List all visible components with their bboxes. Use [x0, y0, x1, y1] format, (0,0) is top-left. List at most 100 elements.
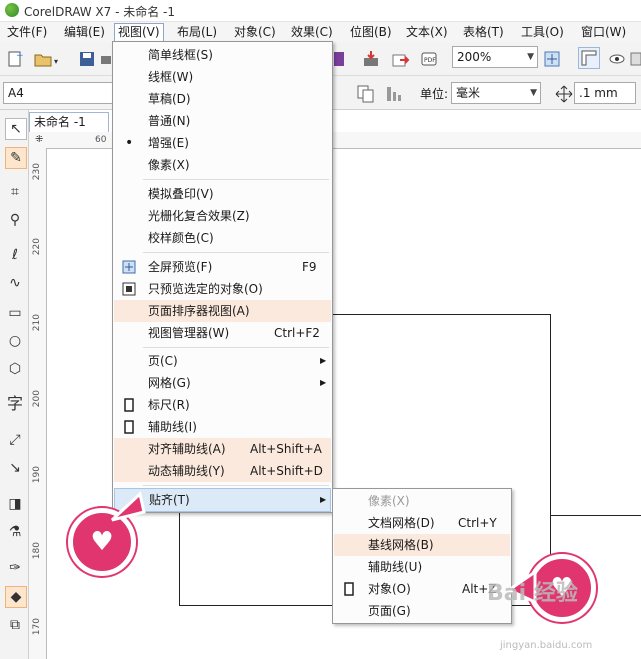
submenu-item-objects[interactable]: 对象(O) Alt+Z [334, 578, 510, 600]
menu-separator [143, 485, 329, 486]
ruler-tick-label: 60 [95, 135, 107, 145]
full-screen-preview-icon[interactable] [541, 48, 563, 70]
publish-pdf-icon[interactable]: PDF [418, 48, 440, 70]
document-tab[interactable]: 未命名 -1 [29, 112, 109, 132]
shape-tool-icon[interactable]: ✎ [5, 147, 27, 169]
menu-edit[interactable]: 编辑(E) [61, 24, 108, 40]
import-icon[interactable] [360, 48, 382, 70]
menu-item-page-sorter-view[interactable]: 页面排序器视图(A) [114, 300, 331, 322]
menu-separator [143, 252, 329, 253]
drop-shadow-icon[interactable]: ◨ [5, 494, 25, 514]
menu-item-enhanced[interactable]: • 增强(E) [114, 132, 331, 154]
dimension-tool-icon[interactable]: ⤢ [5, 430, 25, 450]
menu-item-draft[interactable]: 草稿(D) [114, 88, 331, 110]
menu-object[interactable]: 对象(C) [231, 24, 279, 40]
chevron-down-icon: ▼ [530, 88, 537, 98]
units-select[interactable]: 毫米 ▼ [451, 82, 541, 104]
menu-tools[interactable]: 工具(O) [518, 24, 567, 40]
menu-item-simple-wireframe[interactable]: 简单线框(S) [114, 44, 331, 66]
save-icon[interactable] [76, 48, 98, 70]
menu-text[interactable]: 文本(X) [403, 24, 451, 40]
nudge-distance-input[interactable]: .1 mm [574, 82, 636, 104]
zoom-level-value: 200% [457, 50, 492, 64]
ruler-tick-label: 170 [32, 618, 42, 636]
menu-item-rasterize-complex-effects[interactable]: 光栅化复合效果(Z) [114, 205, 331, 227]
badge-pointer-icon [110, 491, 146, 522]
ruler-tick-label: 230 [32, 163, 42, 181]
pick-tool-icon[interactable]: ↖ [5, 118, 27, 140]
menu-item-wireframe[interactable]: 线框(W) [114, 66, 331, 88]
polygon-tool-icon[interactable]: ⬡ [5, 359, 25, 379]
menu-item-preview-selected-only[interactable]: 只预览选定的对象(O) [114, 278, 331, 300]
view-eye-icon[interactable] [606, 48, 628, 70]
menu-item-full-screen-preview[interactable]: 全屏预览(F) F9 [114, 256, 331, 278]
crop-tool-icon[interactable]: ⌗ [5, 182, 25, 202]
svg-text:PDF: PDF [424, 57, 436, 64]
interactive-fill-icon[interactable]: ◆ [5, 586, 27, 608]
menu-item-grid[interactable]: 网格(G) ▶ [114, 372, 331, 394]
coreldraw-logo-icon [5, 3, 19, 17]
submenu-item-baseline-grid[interactable]: 基线网格(B) [334, 534, 510, 556]
artistic-media-icon[interactable]: ∿ [5, 273, 25, 293]
submenu-item-pixels[interactable]: 像素(X) [334, 490, 510, 512]
nudge-distance-icon [553, 83, 575, 105]
menu-item-normal[interactable]: 普通(N) [114, 110, 331, 132]
ruler-tick-label: 220 [32, 238, 42, 256]
watermark-url: jingyan.baidu.com [500, 640, 593, 651]
menu-bar: 文件(F) 编辑(E) 视图(V) 布局(L) 对象(C) 效果(C) 位图(B… [0, 22, 641, 43]
radio-bullet-icon: • [125, 135, 134, 151]
full-screen-preview-icon [122, 260, 136, 274]
page-size-value: A4 [8, 86, 24, 100]
vertical-ruler[interactable]: 230 220 210 200 190 180 170 [29, 148, 47, 659]
menu-item-page[interactable]: 页(C) ▶ [114, 350, 331, 372]
menu-item-dynamic-guides[interactable]: 动态辅助线(Y) Alt+Shift+D [114, 460, 331, 482]
text-tool-icon[interactable]: 字 [5, 394, 25, 414]
menu-view[interactable]: 视图(V) [114, 23, 164, 43]
menu-layout[interactable]: 布局(L) [174, 24, 220, 40]
eyedropper-tool-icon[interactable]: ✑ [5, 558, 25, 578]
rectangle-tool-icon[interactable]: ▭ [5, 303, 25, 323]
menu-item-guidelines[interactable]: 辅助线(I) [114, 416, 331, 438]
smart-fill-icon[interactable]: ⧉ [5, 615, 25, 635]
transparency-tool-icon[interactable]: ⚗ [5, 522, 25, 542]
menu-item-rulers[interactable]: 标尺(R) [114, 394, 331, 416]
menu-separator [143, 347, 329, 348]
menu-effects[interactable]: 效果(C) [288, 24, 336, 40]
snap-options-icon[interactable] [628, 48, 641, 70]
ruler-tick-label: 210 [32, 314, 42, 332]
new-document-icon[interactable]: + [4, 48, 26, 70]
zoom-level-select[interactable]: 200% ▼ [452, 46, 538, 68]
submenu-item-page[interactable]: 页面(G) [334, 600, 510, 622]
export-icon[interactable] [389, 48, 411, 70]
zoom-tool-icon[interactable]: ⚲ [5, 210, 25, 230]
current-page-icon[interactable] [383, 83, 405, 105]
application-launcher-icon[interactable] [330, 48, 352, 70]
menu-table[interactable]: 表格(T) [460, 24, 507, 40]
menu-item-view-manager[interactable]: 视图管理器(W) Ctrl+F2 [114, 322, 331, 344]
chevron-down-icon: ▼ [527, 52, 534, 62]
menu-item-simulate-overprints[interactable]: 模拟叠印(V) [114, 183, 331, 205]
connector-tool-icon[interactable]: ↘ [5, 458, 25, 478]
menu-item-alignment-guides[interactable]: 对齐辅助线(A) Alt+Shift+A [114, 438, 331, 460]
menu-separator [143, 179, 329, 180]
open-folder-icon[interactable]: ▾ [32, 48, 58, 70]
submenu-item-guidelines[interactable]: 辅助线(U) [334, 556, 510, 578]
toolbox: ↖ ✎ ⌗ ⚲ ℓ ∿ ▭ ○ ⬡ 字 ⤢ ↘ ◨ ⚗ ✑ ◆ ⧉ [0, 110, 29, 659]
preview-selected-icon [122, 282, 136, 296]
ruler-tick-label: 190 [32, 466, 42, 484]
page-size-select[interactable]: A4 [3, 82, 113, 104]
all-pages-icon[interactable] [355, 83, 377, 105]
submenu-item-document-grid[interactable]: 文档网格(D) Ctrl+Y [334, 512, 510, 534]
menu-item-pixels[interactable]: 像素(X) [114, 154, 331, 176]
menu-item-proof-colors[interactable]: 校样颜色(C) [114, 227, 331, 249]
checked-box-icon [124, 398, 134, 412]
rulers-toggle-icon[interactable] [578, 47, 600, 69]
freehand-tool-icon[interactable]: ℓ [5, 245, 25, 265]
ellipse-tool-icon[interactable]: ○ [5, 331, 25, 351]
menu-bitmaps[interactable]: 位图(B) [347, 24, 395, 40]
menu-file[interactable]: 文件(F) [4, 24, 50, 40]
ruler-origin-icon[interactable]: ⁜ [35, 134, 43, 145]
title-bar: CorelDRAW X7 - 未命名 -1 [0, 0, 641, 22]
menu-window[interactable]: 窗口(W) [578, 24, 629, 40]
submenu-arrow-icon: ▶ [320, 378, 327, 387]
